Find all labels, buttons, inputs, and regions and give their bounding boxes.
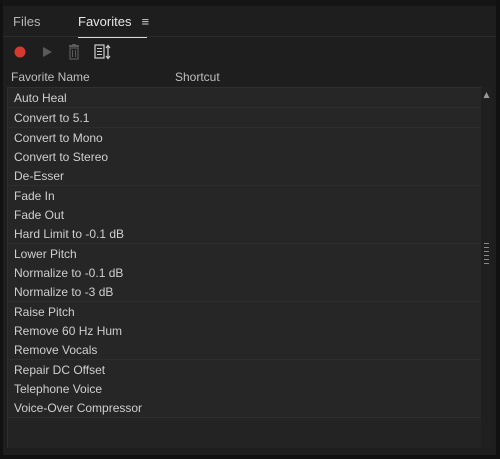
panel-menu-icon[interactable]: ≡ (141, 14, 149, 29)
favorites-table-header: Favorite Name Shortcut (7, 68, 480, 86)
favorite-name: Normalize to -0.1 dB (14, 266, 124, 280)
list-item[interactable]: De-Esser (8, 166, 481, 186)
reorder-favorites-button[interactable] (93, 42, 113, 62)
favorite-name: Remove Vocals (14, 343, 98, 357)
panel-tab-bar: Files Favorites ≡ (0, 6, 500, 38)
favorite-name: Fade In (14, 189, 55, 203)
record-favorite-button[interactable] (10, 42, 30, 62)
favorite-name: Lower Pitch (14, 247, 77, 261)
tab-files[interactable]: Files (13, 14, 40, 29)
list-item[interactable]: Auto Heal (8, 88, 481, 108)
list-item[interactable]: Lower Pitch (8, 244, 481, 264)
list-item[interactable]: Normalize to -3 dB (8, 282, 481, 302)
scrollbar-grip-icon[interactable] (484, 243, 489, 269)
apply-favorite-button[interactable] (37, 42, 57, 62)
delete-favorite-button[interactable] (64, 42, 84, 62)
favorites-list: Auto Heal Convert to 5.1 Convert to Mono… (7, 87, 481, 448)
favorite-name: Fade Out (14, 208, 65, 222)
triangle-up-icon (483, 92, 490, 98)
list-item[interactable]: Convert to 5.1 (8, 108, 481, 128)
list-item[interactable]: Normalize to -0.1 dB (8, 263, 481, 283)
column-header-shortcut[interactable]: Shortcut (175, 70, 220, 84)
favorite-name: Convert to Mono (14, 131, 103, 145)
panel-border-right (496, 0, 500, 459)
list-item[interactable]: Convert to Stereo (8, 147, 481, 167)
play-icon (43, 47, 52, 57)
favorite-name: Hard Limit to -0.1 dB (14, 227, 125, 241)
panel-border-left (0, 0, 3, 459)
list-item[interactable]: Convert to Mono (8, 128, 481, 148)
column-header-favorite-name[interactable]: Favorite Name (11, 70, 90, 84)
favorite-name: Repair DC Offset (14, 363, 106, 377)
list-item[interactable]: Hard Limit to -0.1 dB (8, 224, 481, 244)
list-item[interactable]: Remove 60 Hz Hum (8, 321, 481, 341)
favorite-name: Normalize to -3 dB (14, 285, 114, 299)
list-item[interactable]: Fade Out (8, 205, 481, 225)
list-item[interactable]: Remove Vocals (8, 340, 481, 360)
tab-bar-divider (3, 36, 496, 37)
list-item[interactable]: Telephone Voice (8, 379, 481, 399)
favorite-name: Auto Heal (14, 91, 67, 105)
favorite-name: Raise Pitch (14, 305, 75, 319)
scroll-up-arrow-icon[interactable] (483, 86, 490, 98)
favorite-name: Convert to Stereo (14, 150, 109, 164)
list-item[interactable]: Repair DC Offset (8, 360, 481, 380)
favorite-name: Remove 60 Hz Hum (14, 324, 123, 338)
trash-icon (69, 44, 79, 60)
favorite-name: Voice-Over Compressor (14, 401, 143, 415)
favorite-name: Convert to 5.1 (14, 111, 90, 125)
panel-border-bottom (0, 455, 500, 459)
list-item[interactable]: Raise Pitch (8, 302, 481, 322)
list-item[interactable]: Fade In (8, 186, 481, 206)
sort-icon (94, 44, 111, 60)
tab-favorites-label: Favorites (78, 14, 132, 29)
favorite-name: Telephone Voice (14, 382, 103, 396)
record-icon (14, 46, 26, 58)
favorite-name: De-Esser (14, 169, 65, 183)
list-item[interactable]: Voice-Over Compressor (8, 398, 481, 418)
tab-favorites[interactable]: Favorites ≡ (78, 14, 149, 29)
favorites-toolbar (0, 40, 500, 64)
